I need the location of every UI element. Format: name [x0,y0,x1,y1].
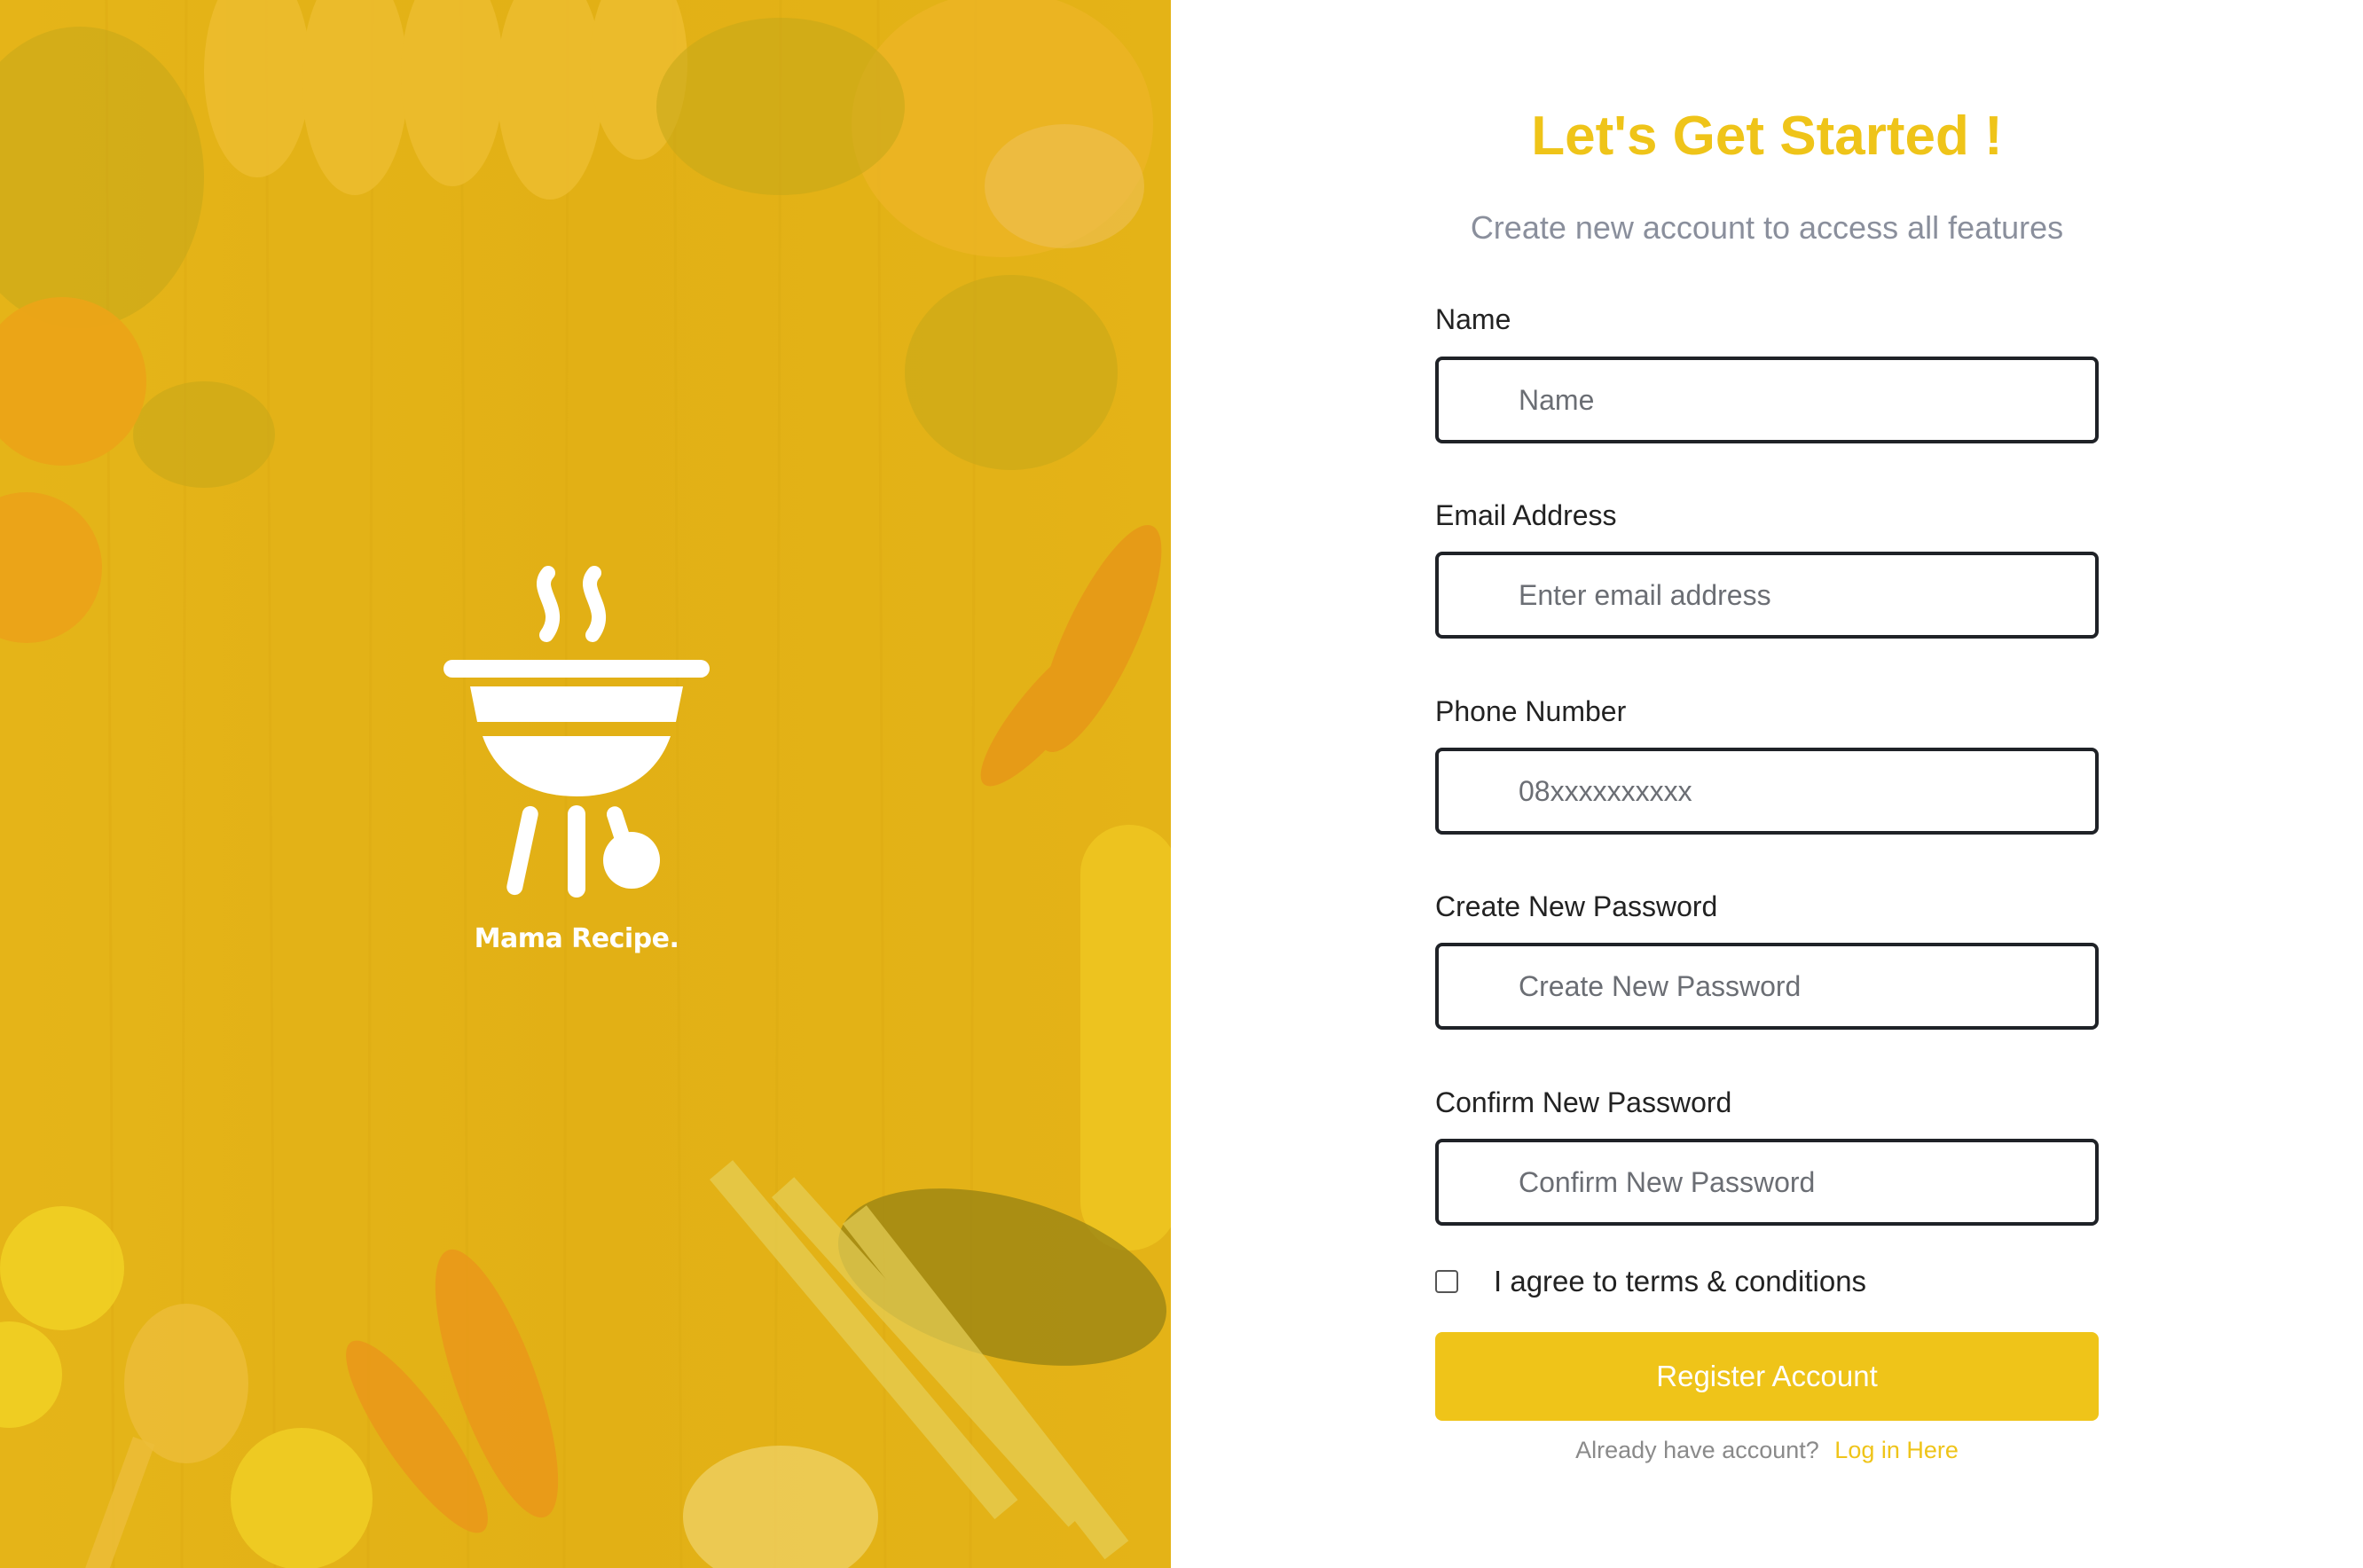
hero-panel: Mama Recipe. [0,0,1171,1568]
login-link[interactable]: Log in Here [1834,1437,1959,1463]
email-input[interactable] [1435,552,2099,639]
login-prompt-text: Already have account? [1575,1437,1819,1463]
confirm-password-input[interactable] [1435,1139,2099,1226]
name-label: Name [1435,303,1511,335]
phone-label: Phone Number [1435,695,1627,727]
phone-input[interactable] [1435,748,2099,835]
email-label: Email Address [1435,499,1617,531]
password-label: Create New Password [1435,890,1718,922]
terms-row: I agree to terms & conditions [1435,1263,2099,1298]
confirm-password-label: Confirm New Password [1435,1086,1732,1118]
register-page: Mama Recipe. Let's Get Started ! Create … [0,0,2363,1568]
login-prompt-row: Already have account? Log in Here [1435,1437,2099,1464]
page-subtitle: Create new account to access all feature… [1470,209,2064,246]
brand-name: Mama Recipe. [474,923,679,954]
terms-checkbox[interactable] [1435,1270,1458,1293]
password-input[interactable] [1435,943,2099,1030]
register-form-panel: Let's Get Started ! Create new account t… [1171,0,2363,1568]
terms-label[interactable]: I agree to terms & conditions [1494,1263,1866,1300]
brand: Mama Recipe. [0,564,1153,954]
page-title: Let's Get Started ! [1531,106,2003,167]
register-account-button[interactable]: Register Account [1435,1332,2099,1421]
grill-icon [444,564,710,906]
name-input[interactable] [1435,357,2099,443]
